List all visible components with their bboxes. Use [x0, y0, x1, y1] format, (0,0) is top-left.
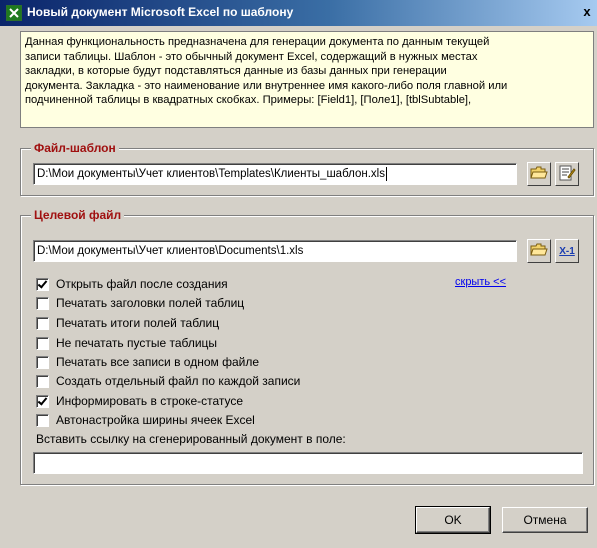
option-skip-empty-tables[interactable]: Не печатать пустые таблицы	[36, 335, 217, 351]
option-autofit-cell-width[interactable]: Автонастройка ширины ячеек Excel	[36, 412, 255, 428]
dialog-window: Новый документ Microsoft Excel по шаблон…	[0, 0, 597, 548]
option-label: Не печатать пустые таблицы	[56, 336, 218, 350]
option-inform-status-bar[interactable]: Информировать в строке-статусе	[36, 393, 243, 409]
checkbox[interactable]	[36, 394, 49, 408]
option-all-records-one-file[interactable]: Печатать все записи в одном файле	[36, 354, 259, 370]
description-line: закладки, в которые будут подставляться …	[25, 65, 447, 78]
description-line: документа. Закладка - это наименование и…	[25, 79, 508, 92]
option-label: Печатать заголовки полей таблиц	[56, 296, 245, 310]
option-label: Открыть файл после создания	[56, 277, 228, 291]
template-browse-button[interactable]	[527, 162, 551, 186]
option-file-per-record[interactable]: Создать отдельный файл по каждой записи	[36, 373, 300, 389]
target-excel-button[interactable]: X-1	[555, 239, 579, 263]
checkbox[interactable]	[36, 336, 49, 350]
target-path-input[interactable]: D:\Мои документы\Учет клиентов\Documents…	[33, 240, 517, 262]
template-group-title: Файл-шаблон	[31, 141, 119, 155]
checkbox[interactable]	[36, 355, 49, 369]
template-edit-button[interactable]	[555, 162, 579, 186]
description-box: Данная функциональность предназначена дл…	[20, 31, 594, 128]
hide-link[interactable]: скрыть <<	[455, 276, 506, 288]
option-label: Печатать итоги полей таблиц	[56, 316, 220, 330]
option-label: Печатать все записи в одном файле	[56, 355, 260, 369]
description-line: подчиненной таблицы в квадратных скобках…	[25, 94, 472, 107]
template-path-value: D:\Мои документы\Учет клиентов\Templates…	[37, 168, 385, 180]
title-bar[interactable]: Новый документ Microsoft Excel по шаблон…	[0, 0, 597, 26]
ok-button[interactable]: OK	[415, 506, 491, 534]
window-title: Новый документ Microsoft Excel по шаблон…	[27, 5, 294, 19]
excel-app-icon	[6, 5, 22, 21]
option-label: Информировать в строке-статусе	[56, 394, 244, 408]
description-line: Данная функциональность предназначена дл…	[25, 36, 490, 48]
checkbox[interactable]	[36, 296, 49, 310]
open-folder-icon	[530, 242, 548, 261]
target-group-title: Целевой файл	[31, 208, 125, 222]
edit-document-icon	[558, 165, 576, 184]
description-line: записи таблицы. Шаблон - это обычный док…	[25, 50, 478, 63]
option-label: Создать отдельный файл по каждой записи	[56, 374, 301, 388]
option-print-field-headers[interactable]: Печатать заголовки полей таблиц	[36, 295, 244, 311]
checkbox[interactable]	[36, 413, 49, 427]
excel-x1-icon: X-1	[559, 245, 575, 257]
template-path-input[interactable]: D:\Мои документы\Учет клиентов\Templates…	[33, 163, 517, 185]
checkbox[interactable]	[36, 316, 49, 330]
insert-link-field[interactable]	[33, 452, 583, 474]
option-print-field-totals[interactable]: Печатать итоги полей таблиц	[36, 315, 219, 331]
checkbox[interactable]	[36, 374, 49, 388]
target-path-value: D:\Мои документы\Учет клиентов\Documents…	[37, 245, 304, 257]
text-caret	[385, 166, 387, 181]
open-folder-icon	[530, 165, 548, 184]
option-open-after-create[interactable]: Открыть файл после создания	[36, 276, 228, 292]
close-icon[interactable]: x	[579, 4, 595, 20]
cancel-button[interactable]: Отмена	[502, 507, 588, 533]
target-browse-button[interactable]	[527, 239, 551, 263]
option-label: Автонастройка ширины ячеек Excel	[56, 413, 255, 427]
checkbox[interactable]	[36, 277, 49, 291]
insert-link-label: Вставить ссылку на сгенерированный докум…	[36, 432, 346, 446]
